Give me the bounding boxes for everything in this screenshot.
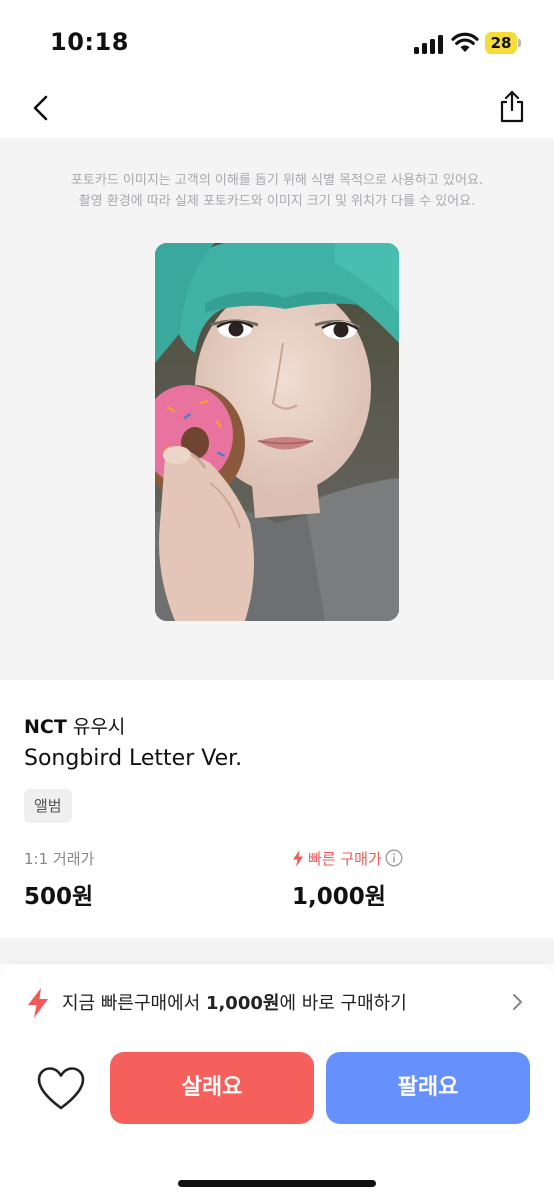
fast-price-block: 빠른 구매가 1,000원 — [292, 848, 403, 911]
lightning-icon — [28, 988, 48, 1018]
fast-buy-banner[interactable]: 지금 빠른구매에서 1,000원에 바로 구매하기 — [0, 964, 554, 1040]
heart-icon — [37, 1067, 85, 1110]
section-divider — [0, 938, 554, 964]
photocard-image[interactable] — [155, 243, 399, 621]
status-bar: 10:18 28 — [0, 0, 554, 80]
back-button[interactable] — [26, 90, 58, 126]
photo-section: 포토카드 이미지는 고객의 이해를 돕기 위해 식별 목적으로 사용하고 있어요… — [0, 138, 554, 680]
fast-buy-text: 지금 빠른구매에서 1,000원에 바로 구매하기 — [62, 989, 407, 1015]
group-name: NCT — [24, 716, 67, 738]
share-icon — [500, 90, 524, 123]
bottom-action-sheet: 지금 빠른구매에서 1,000원에 바로 구매하기 살래요 팔래요 — [0, 964, 554, 1200]
member-name: 유우시 — [72, 716, 126, 738]
status-time: 10:18 — [50, 28, 129, 56]
fast-price-label-row: 빠른 구매가 — [292, 848, 403, 870]
chevron-left-icon — [33, 95, 48, 121]
album-title: Songbird Letter Ver. — [24, 746, 243, 771]
info-icon[interactable] — [385, 849, 403, 867]
wifi-icon — [451, 32, 479, 52]
battery-icon: 28 — [485, 32, 521, 54]
favorite-button[interactable] — [36, 1066, 86, 1112]
buy-button[interactable]: 살래요 — [110, 1052, 314, 1124]
artist-line: NCT 유우시 — [24, 712, 125, 739]
top-navigation — [0, 80, 554, 138]
trade-price-block: 1:1 거래가 500원 — [24, 848, 94, 911]
cellular-signal-icon — [414, 34, 444, 54]
notice-line-2: 촬영 환경에 따라 실제 포토카드와 이미지 크기 및 위치가 다를 수 있어요… — [78, 194, 476, 209]
photocard-illustration — [155, 243, 399, 621]
fast-buy-prefix: 지금 빠른구매에서 — [62, 993, 206, 1014]
lightning-icon — [293, 850, 303, 867]
fast-price-label: 빠른 구매가 — [308, 850, 382, 868]
fast-buy-suffix: 에 바로 구매하기 — [279, 993, 407, 1014]
trade-price-value: 500원 — [24, 884, 94, 910]
trade-price-label: 1:1 거래가 — [24, 850, 95, 868]
chevron-right-icon — [513, 994, 522, 1010]
image-notice: 포토카드 이미지는 고객의 이해를 돕기 위해 식별 목적으로 사용하고 있어요… — [0, 170, 554, 212]
sell-button[interactable]: 팔래요 — [326, 1052, 530, 1124]
home-indicator — [178, 1180, 376, 1187]
fast-buy-amount: 1,000원 — [205, 993, 280, 1014]
category-tag: 앨범 — [24, 789, 72, 823]
fast-price-value: 1,000원 — [292, 884, 386, 910]
share-button[interactable] — [494, 88, 530, 126]
battery-level: 28 — [485, 32, 517, 54]
notice-line-1: 포토카드 이미지는 고객의 이해를 돕기 위해 식별 목적으로 사용하고 있어요… — [70, 173, 484, 188]
